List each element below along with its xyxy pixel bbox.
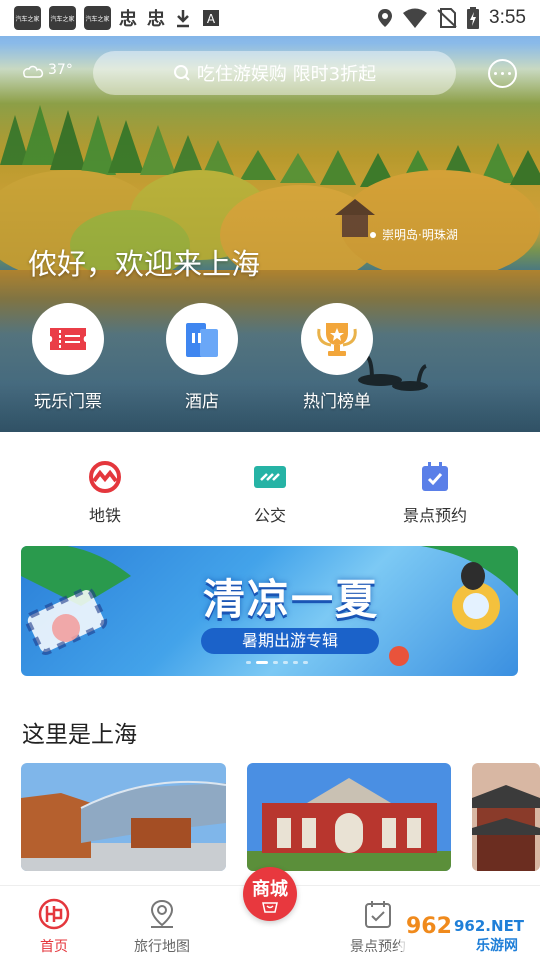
- home-logo-icon: [38, 898, 70, 930]
- quick-link-tickets[interactable]: 玩乐门票: [13, 303, 123, 412]
- svg-text:乐游网: 乐游网: [476, 937, 518, 954]
- site-watermark-logo: 962 962.NET 乐游网: [400, 909, 536, 954]
- quick-link-rankings[interactable]: 热门榜单: [282, 303, 392, 412]
- more-menu-button[interactable]: [488, 59, 517, 88]
- transit-bus[interactable]: 公交: [210, 460, 330, 526]
- cloud-icon: [23, 65, 44, 78]
- attraction-card[interactable]: [21, 763, 226, 871]
- banner-title: 清凉一夏: [202, 575, 379, 624]
- attraction-photo: [472, 763, 540, 871]
- search-icon: [173, 65, 190, 81]
- svg-text:962: 962: [406, 914, 452, 939]
- wifi-icon: [403, 8, 428, 28]
- nav-travel-map[interactable]: 旅行地图: [112, 898, 212, 956]
- search-placeholder: 吃住游娱购 限时3折起: [196, 64, 377, 85]
- no-sim-icon: [437, 8, 457, 28]
- location-icon: [378, 9, 393, 27]
- banner-subtitle: 暑期出游专辑: [201, 628, 379, 654]
- battery-charging-icon: [467, 7, 480, 29]
- weather-widget[interactable]: 37°: [22, 62, 73, 78]
- search-bar[interactable]: 吃住游娱购 限时3折起: [93, 51, 456, 95]
- calendar-check-icon: [365, 901, 391, 928]
- attraction-photo: [247, 763, 451, 871]
- attraction-photo: [21, 763, 226, 871]
- app-notification-icon: 汽车之家: [84, 6, 111, 30]
- metro-icon: [89, 461, 121, 493]
- hotel-building-icon: [186, 323, 218, 357]
- font-a-icon: A: [203, 10, 219, 26]
- svg-text:962.NET: 962.NET: [454, 917, 525, 935]
- attraction-card[interactable]: [247, 763, 451, 871]
- status-bar: 汽车之家 汽车之家 汽车之家 忠 忠 A 3:55: [0, 0, 540, 36]
- app-root: 汽车之家 汽车之家 汽车之家 忠 忠 A 3:55 37° 吃住游娱购 限时3折…: [0, 0, 540, 960]
- map-pin-icon: [150, 899, 174, 928]
- nav-mall-button[interactable]: 商城: [243, 867, 297, 921]
- photo-location-label: 崇明岛·明珠湖: [370, 226, 458, 243]
- clock-time: 3:55: [489, 7, 526, 28]
- mall-bag-icon: [262, 902, 278, 913]
- bug-icon: 忠: [147, 9, 165, 30]
- banner-pager: [246, 661, 308, 664]
- quick-link-hotel[interactable]: 酒店: [147, 303, 257, 412]
- nav-home[interactable]: 首页: [4, 898, 104, 956]
- svg-text:A: A: [207, 12, 216, 26]
- ticket-icon: [50, 328, 86, 350]
- trophy-icon: [317, 323, 357, 356]
- greeting-text: 侬好，欢迎来上海: [28, 247, 261, 281]
- promo-banner[interactable]: 清凉一夏 暑期出游专辑: [21, 546, 518, 676]
- section-title: 这里是上海: [22, 722, 137, 748]
- temperature: 37°: [48, 62, 73, 78]
- transit-metro[interactable]: 地铁: [45, 460, 165, 526]
- bug-icon: 忠: [119, 9, 137, 30]
- attraction-card[interactable]: [472, 763, 540, 871]
- app-notification-icon: 汽车之家: [49, 6, 76, 30]
- app-notification-icon: 汽车之家: [14, 6, 41, 30]
- transit-reservation[interactable]: 景点预约: [375, 460, 495, 526]
- download-icon: [177, 10, 189, 28]
- bus-card-icon: [254, 466, 286, 488]
- calendar-check-icon: [422, 462, 448, 491]
